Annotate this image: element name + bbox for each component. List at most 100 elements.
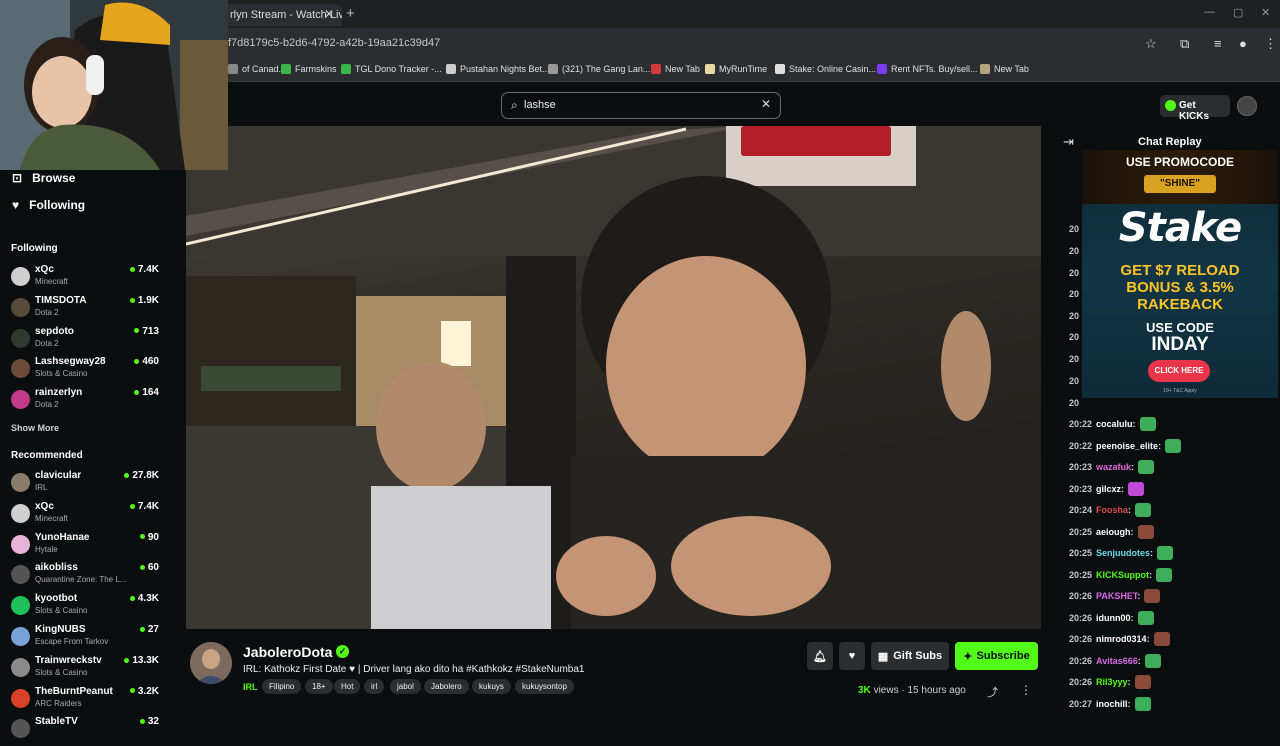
- bookmark-item[interactable]: MyRunTime: [705, 64, 767, 74]
- more-options-icon[interactable]: ⋮: [1020, 683, 1032, 697]
- chat-emote-icon: [1137, 610, 1154, 625]
- bookmark-item[interactable]: TGL Dono Tracker -...: [341, 64, 442, 74]
- bookmark-item[interactable]: (321) The Gang Lan...: [548, 64, 650, 74]
- chat-message[interactable]: 20:26 idunn00:: [1069, 610, 1154, 625]
- profile-icon[interactable]: ●: [1239, 36, 1247, 51]
- chat-username[interactable]: nimrod0314: [1096, 634, 1147, 644]
- bookmark-item[interactable]: of Canad...: [228, 64, 286, 74]
- bookmark-item[interactable]: Pustahan Nights Bet...: [446, 64, 550, 74]
- sidebar-nav-following[interactable]: ♥ Following: [12, 198, 85, 212]
- sidebar-channel-xqc[interactable]: xQc Minecraft 7.4K: [11, 264, 163, 294]
- chat-message[interactable]: 20:23 wazafuk:: [1069, 460, 1155, 474]
- bookmark-star-icon[interactable]: ☆: [1145, 36, 1157, 52]
- share-icon[interactable]: ⤴: [987, 684, 998, 700]
- chat-username[interactable]: Senjuudotes: [1096, 548, 1150, 558]
- bookmark-item[interactable]: Farmskins: [281, 64, 337, 74]
- chat-username[interactable]: idunn00: [1096, 613, 1131, 623]
- stream-tag[interactable]: kukuysontop: [515, 679, 574, 694]
- live-dot-icon: [124, 472, 130, 478]
- search-input[interactable]: ⌕ lashse ✕: [501, 92, 781, 119]
- sidebar-channel-sepdoto[interactable]: sepdoto Dota 2 713: [11, 326, 163, 356]
- gift-subs-button[interactable]: ▦ Gift Subs: [871, 642, 949, 670]
- video-player[interactable]: [186, 126, 1041, 629]
- sidebar-channel-trainwreckstv[interactable]: Trainwreckstv Slots & Casino 13.3K: [11, 655, 163, 685]
- chat-message[interactable]: 20:25 aeiough:: [1069, 524, 1154, 539]
- chat-message[interactable]: 20:26 nimrod0314:: [1069, 632, 1170, 646]
- collapse-chat-icon[interactable]: ⇥: [1063, 134, 1074, 150]
- chat-username[interactable]: gilcxz: [1096, 484, 1121, 494]
- media-icon[interactable]: ≡: [1214, 36, 1222, 51]
- sidebar-channel-xqc[interactable]: xQc Minecraft 7.4K: [11, 501, 163, 531]
- bookmark-item[interactable]: New Tab: [980, 64, 1029, 74]
- new-tab-icon[interactable]: +: [346, 5, 355, 22]
- chat-username[interactable]: PAKSHET: [1096, 591, 1137, 601]
- stream-tag[interactable]: kukuys: [472, 679, 511, 694]
- chat-username[interactable]: inochill: [1096, 699, 1128, 709]
- stream-tag[interactable]: 18+: [305, 679, 333, 694]
- bookmark-item[interactable]: New Tab: [651, 64, 700, 74]
- chat-message[interactable]: 20:25 Senjuudotes:: [1069, 546, 1174, 560]
- sidebar-channel-aikobliss[interactable]: aikobliss Quarantine Zone: The L... 60: [11, 562, 163, 592]
- ad-click-here-button[interactable]: CLICK HERE: [1148, 360, 1210, 382]
- sidebar-nav-browse[interactable]: ⊡ Browse: [12, 171, 75, 185]
- chat-username[interactable]: Ril3yyy: [1096, 677, 1128, 687]
- stake-ad-banner[interactable]: USE PROMOCODE "SHINE" Stake GET $7 RELOA…: [1082, 150, 1278, 398]
- maximize-icon[interactable]: ▢: [1233, 6, 1243, 19]
- chat-message[interactable]: 20:23 gilcxz:: [1069, 481, 1145, 496]
- channel-name[interactable]: JaboleroDota: [243, 644, 332, 660]
- channel-avatar[interactable]: [190, 642, 232, 684]
- category-link[interactable]: IRL: [243, 682, 258, 692]
- chat-message[interactable]: 20:22 peenoise_elite:: [1069, 438, 1182, 453]
- chat-message[interactable]: 20:26 Ril3yyy:: [1069, 675, 1151, 689]
- chat-username[interactable]: wazafuk: [1096, 462, 1131, 472]
- sidebar-channel-kyootbot[interactable]: kyootbot Slots & Casino 4.3K: [11, 593, 163, 623]
- stream-tag[interactable]: irl: [364, 679, 385, 694]
- minimize-icon[interactable]: —: [1204, 6, 1215, 18]
- user-avatar[interactable]: [1237, 96, 1257, 116]
- chat-username[interactable]: Foosha: [1096, 505, 1128, 515]
- notification-bell-button[interactable]: 🔔︎: [807, 642, 833, 670]
- chat-username[interactable]: Avitas666: [1096, 656, 1138, 666]
- stream-tag[interactable]: Hot: [334, 679, 361, 694]
- get-kicks-button[interactable]: Get KICKs: [1160, 95, 1230, 122]
- chat-message[interactable]: 20:24 Foosha:: [1069, 503, 1152, 517]
- sidebar-channel-rainzerlyn[interactable]: rainzerlyn Dota 2 164: [11, 387, 163, 417]
- follow-heart-button[interactable]: ♥: [839, 642, 865, 670]
- stream-tag[interactable]: Filipino: [262, 679, 302, 694]
- chat-message[interactable]: 20:25 KICKSuppot:: [1069, 567, 1173, 582]
- chat-username[interactable]: KICKSuppot: [1096, 570, 1149, 580]
- url-text[interactable]: f7d8179c5-b2d6-4792-a42b-19aa21c39d47: [228, 37, 440, 49]
- window-close-icon[interactable]: ✕: [1261, 6, 1270, 19]
- channel-category: Quarantine Zone: The L...: [35, 575, 127, 585]
- sidebar-channel-clavicular[interactable]: clavicular IRL 27.8K: [11, 470, 163, 500]
- chat-message[interactable]: 20:27 inochill:: [1069, 696, 1151, 711]
- sidebar-channel-theburntpeanut[interactable]: TheBurntPeanut ARC Raiders 3.2K: [11, 686, 163, 716]
- chat-username[interactable]: peenoise_elite: [1096, 441, 1158, 451]
- sidebar-channel-timsdota[interactable]: TIMSDOTA Dota 2 1.9K: [11, 295, 163, 325]
- channel-category: Escape From Tarkov: [35, 637, 109, 646]
- close-tab-icon[interactable]: ✕: [324, 7, 334, 21]
- stream-tag[interactable]: jabol: [390, 679, 421, 694]
- browser-menu-icon[interactable]: ⋮: [1264, 36, 1277, 52]
- chat-title: Chat Replay: [1138, 136, 1202, 148]
- sidebar-channel-kingnubs[interactable]: KingNUBS Escape From Tarkov 27: [11, 624, 163, 654]
- subscribe-button[interactable]: ✦ Subscribe: [955, 642, 1038, 670]
- chat-username[interactable]: aeiough: [1096, 527, 1131, 537]
- sidebar-channel-stabletv[interactable]: StableTV 32: [11, 716, 163, 746]
- chat-message[interactable]: 20:26 Avitas666:: [1069, 653, 1161, 668]
- chat-message[interactable]: 20:22 cocalulu:: [1069, 417, 1156, 431]
- chat-separator: :: [1131, 462, 1135, 472]
- chat-message[interactable]: 20:26 PAKSHET:: [1069, 589, 1161, 603]
- chat-emote-icon: [1135, 503, 1152, 517]
- show-more-link[interactable]: Show More: [11, 423, 59, 433]
- extensions-icon[interactable]: ⧉: [1180, 36, 1189, 52]
- stream-tag[interactable]: Jabolero: [424, 679, 469, 694]
- bookmark-item[interactable]: Stake: Online Casin...: [775, 64, 876, 74]
- live-dot-icon: [134, 328, 140, 334]
- sidebar-channel-yunohanae[interactable]: YunoHanae Hytale 90: [11, 532, 163, 562]
- clear-search-icon[interactable]: ✕: [761, 97, 771, 111]
- chat-username[interactable]: cocalulu: [1096, 419, 1133, 429]
- sidebar-channel-lashsegway28[interactable]: Lashsegway28 Slots & Casino 460: [11, 356, 163, 386]
- bookmark-item[interactable]: Rent NFTs. Buy/sell...: [877, 64, 978, 74]
- search-value[interactable]: lashse: [524, 99, 556, 111]
